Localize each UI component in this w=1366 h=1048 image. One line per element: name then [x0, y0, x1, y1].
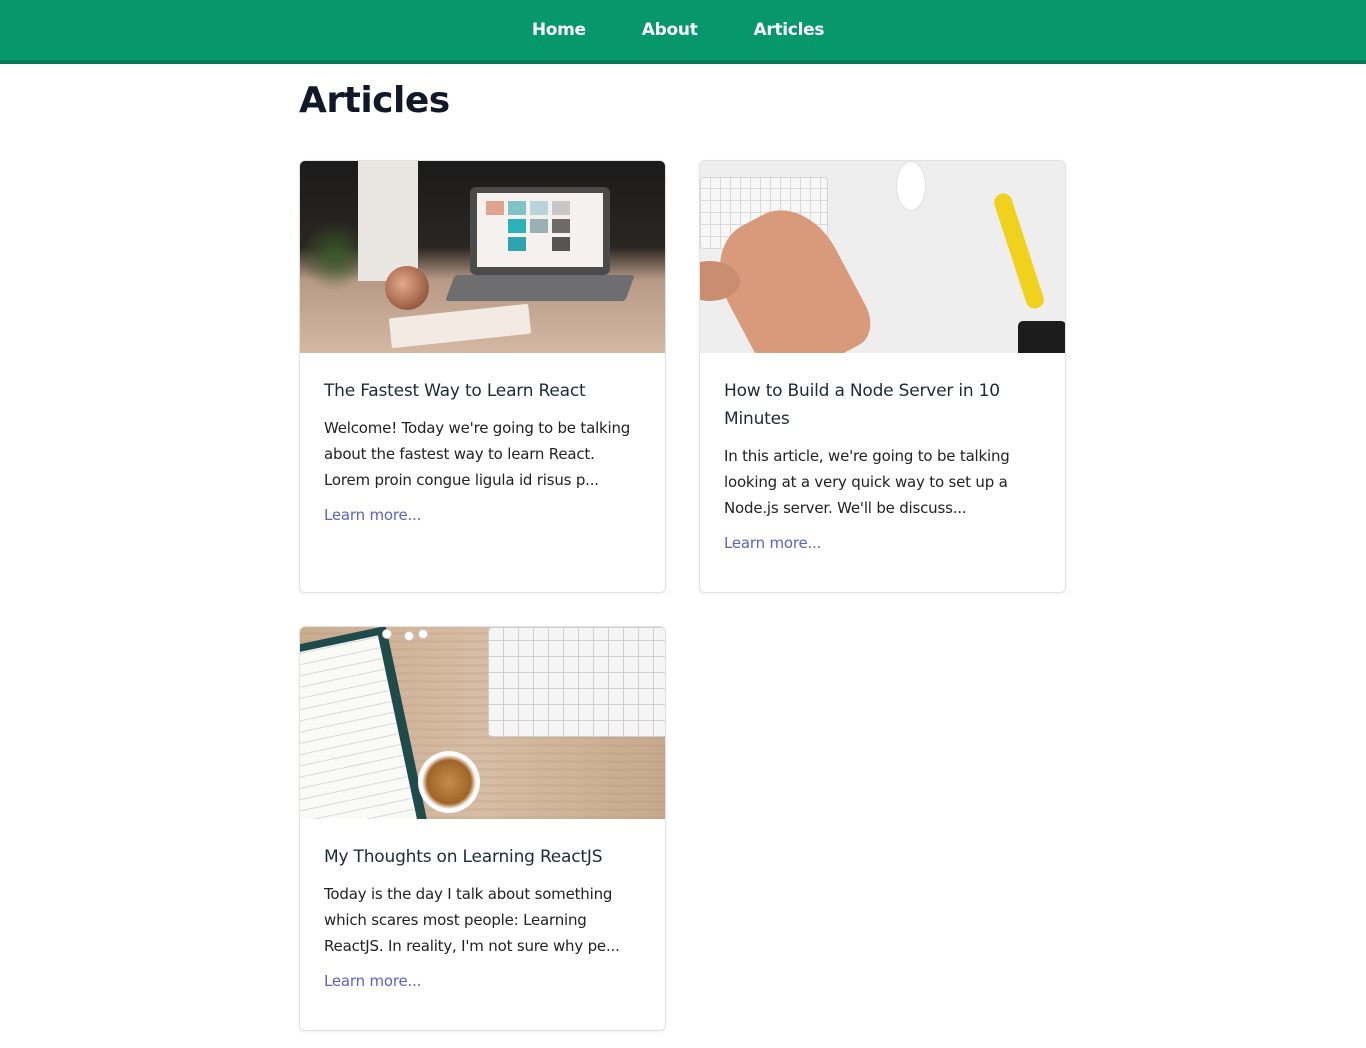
article-thumbnail[interactable] — [300, 161, 665, 353]
article-title[interactable]: My Thoughts on Learning ReactJS — [324, 843, 641, 871]
article-card[interactable]: The Fastest Way to Learn React Welcome! … — [299, 160, 666, 593]
top-navbar: Home About Articles — [0, 0, 1366, 64]
article-card[interactable]: My Thoughts on Learning ReactJS Today is… — [299, 626, 666, 1031]
nav-links: Home About Articles — [504, 20, 852, 40]
page-title: Articles — [299, 80, 450, 121]
article-title[interactable]: The Fastest Way to Learn React — [324, 377, 641, 405]
article-thumbnail[interactable] — [700, 161, 1065, 353]
learn-more-link[interactable]: Learn more... — [724, 534, 821, 552]
article-card[interactable]: How to Build a Node Server in 10 Minutes… — [699, 160, 1066, 593]
article-body: The Fastest Way to Learn React Welcome! … — [300, 353, 665, 524]
article-title[interactable]: How to Build a Node Server in 10 Minutes — [724, 377, 1041, 433]
article-excerpt: Today is the day I talk about something … — [324, 885, 620, 955]
article-body: My Thoughts on Learning ReactJS Today is… — [300, 819, 665, 990]
article-body: How to Build a Node Server in 10 Minutes… — [700, 353, 1065, 552]
article-excerpt: Welcome! Today we're going to be talking… — [324, 419, 631, 489]
learn-more-link[interactable]: Learn more... — [324, 972, 421, 990]
nav-link-home[interactable]: Home — [504, 20, 614, 40]
article-thumbnail[interactable] — [300, 627, 665, 819]
nav-link-articles[interactable]: Articles — [726, 20, 853, 40]
article-excerpt: In this article, we're going to be talki… — [724, 447, 1010, 517]
learn-more-link[interactable]: Learn more... — [324, 506, 421, 524]
nav-link-about[interactable]: About — [614, 20, 726, 40]
